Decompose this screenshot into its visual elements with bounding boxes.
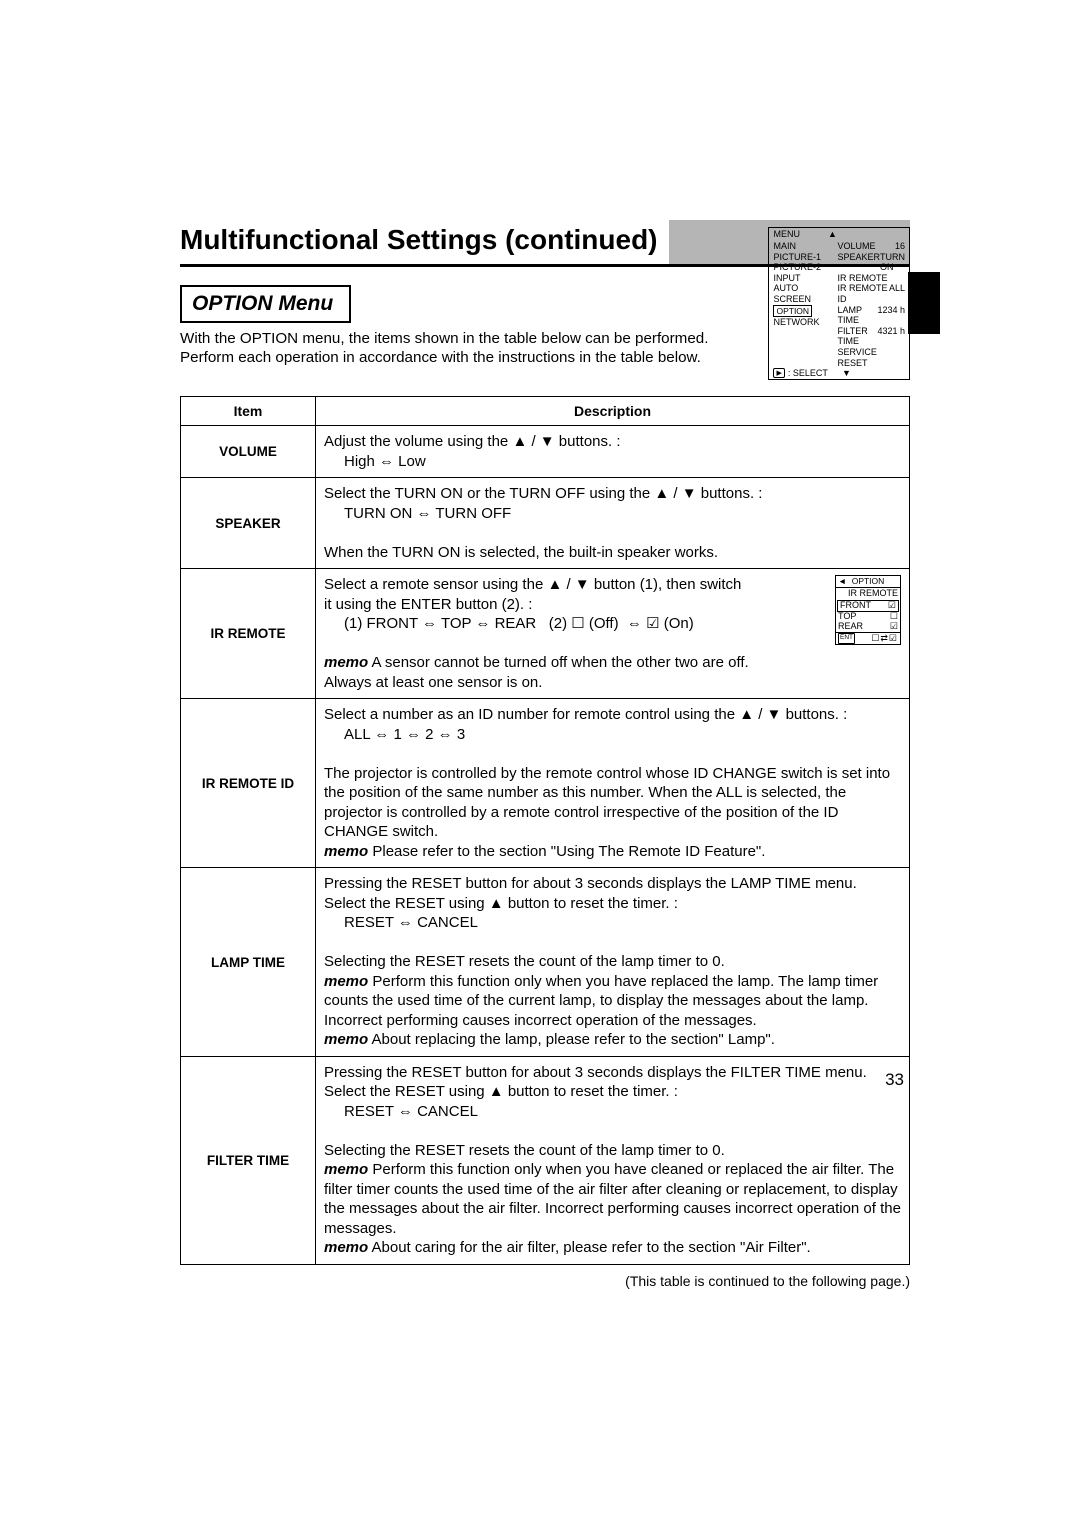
table-desc-cell: Adjust the volume using the ▲ / ▼ button…: [316, 426, 910, 478]
table-row: VOLUMEAdjust the volume using the ▲ / ▼ …: [181, 426, 910, 478]
osd-menu: MENU ▲ MAINPICTURE-1PICTURE-2INPUTAUTOSC…: [768, 227, 910, 380]
osd-left-column: MAINPICTURE-1PICTURE-2INPUTAUTOSCREENOPT…: [769, 240, 833, 368]
page-number: 33: [885, 1070, 904, 1090]
osd-right-item: IR REMOTE: [837, 273, 905, 284]
osd-left-item: SCREEN: [773, 294, 833, 305]
table-row: LAMP TIMEPressing the RESET button for a…: [181, 868, 910, 1057]
table-row: IR REMOTESelect a remote sensor using th…: [181, 569, 910, 699]
table-desc-cell: Pressing the RESET button for about 3 se…: [316, 1056, 910, 1264]
osd-right-item: RESET: [837, 358, 905, 369]
table-desc-cell: Select a remote sensor using the ▲ / ▼ b…: [316, 569, 910, 699]
osd-left-item: AUTO: [773, 283, 833, 294]
table-row: IR REMOTE IDSelect a number as an ID num…: [181, 699, 910, 868]
osd-left-item: PICTURE-2: [773, 262, 833, 273]
osd-left-item: PICTURE-1: [773, 252, 833, 263]
table-desc-cell: Select the TURN ON or the TURN OFF using…: [316, 478, 910, 569]
ir-remote-popup: ◄OPTIONIR REMOTEFRONT☑TOP☐REAR☑ENT☐⇄☑: [835, 575, 901, 645]
option-table: Item Description VOLUMEAdjust the volume…: [180, 396, 910, 1265]
osd-right-item: SPEAKERTURN ON: [837, 252, 905, 273]
osd-right-item: FILTER TIME4321 h: [837, 326, 905, 347]
option-menu-header: OPTION Menu: [180, 285, 351, 323]
table-item-cell: FILTER TIME: [181, 1056, 316, 1264]
table-desc-cell: Pressing the RESET button for about 3 se…: [316, 868, 910, 1057]
table-item-cell: IR REMOTE ID: [181, 699, 316, 868]
osd-left-item: INPUT: [773, 273, 833, 284]
osd-menu-label: MENU: [773, 229, 800, 239]
osd-right-item: VOLUME16: [837, 241, 905, 252]
osd-right-column: VOLUME16SPEAKERTURN ONIR REMOTEIR REMOTE…: [833, 240, 909, 368]
osd-up-arrow-icon: ▲: [800, 229, 865, 239]
osd-right-item: IR REMOTE IDALL: [837, 283, 905, 304]
table-header-desc: Description: [316, 397, 910, 426]
table-footnote: (This table is continued to the followin…: [180, 1273, 910, 1289]
table-desc-cell: Select a number as an ID number for remo…: [316, 699, 910, 868]
table-row: FILTER TIMEPressing the RESET button for…: [181, 1056, 910, 1264]
table-header-item: Item: [181, 397, 316, 426]
table-item-cell: IR REMOTE: [181, 569, 316, 699]
osd-left-item: MAIN: [773, 241, 833, 252]
osd-down-arrow-icon: ▼: [828, 368, 865, 378]
osd-left-item-selected: OPTION: [773, 305, 812, 317]
page-side-tab: [908, 272, 940, 334]
page-title: Multifunctional Settings (continued): [180, 220, 668, 264]
table-item-cell: LAMP TIME: [181, 868, 316, 1057]
osd-select-label: : SELECT: [788, 368, 828, 378]
table-row: SPEAKERSelect the TURN ON or the TURN OF…: [181, 478, 910, 569]
osd-nav-key-icon: ▶: [773, 368, 784, 378]
osd-left-item: OPTION: [773, 305, 833, 317]
osd-right-item: LAMP TIME1234 h: [837, 305, 905, 326]
osd-left-item: NETWORK: [773, 317, 833, 328]
option-menu-intro: With the OPTION menu, the items shown in…: [180, 329, 756, 368]
osd-right-item: SERVICE: [837, 347, 905, 358]
table-item-cell: VOLUME: [181, 426, 316, 478]
table-item-cell: SPEAKER: [181, 478, 316, 569]
